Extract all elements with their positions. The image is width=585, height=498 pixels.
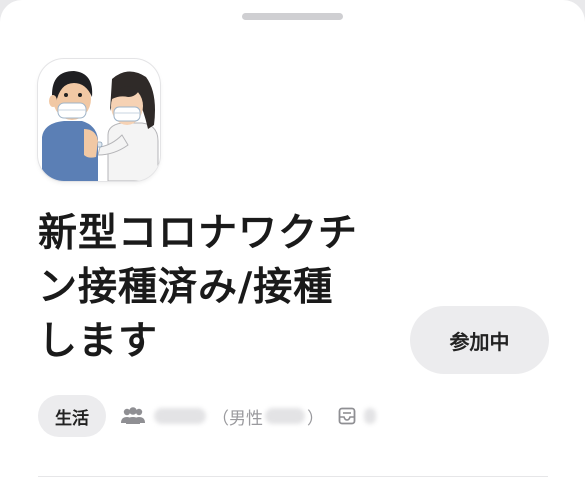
- member-count-redacted: [154, 408, 206, 424]
- title-line: します: [38, 319, 159, 364]
- community-avatar: [38, 59, 160, 181]
- community-meta: 生活 （ 男性 ）: [38, 395, 376, 437]
- section-divider: [38, 476, 548, 477]
- inbox-icon: [338, 406, 358, 426]
- people-icon: [120, 406, 146, 426]
- close-paren: ）: [307, 408, 324, 429]
- joined-button[interactable]: 参加中: [410, 306, 549, 374]
- drag-handle[interactable]: [242, 13, 343, 20]
- category-chip[interactable]: 生活: [38, 395, 106, 437]
- title-line: ン接種済み/接種: [38, 265, 334, 310]
- open-paren: （: [212, 408, 229, 429]
- gender-label: 男性: [229, 408, 263, 429]
- community-title: 新型コロナワクチ ン接種済み/接種 します: [38, 207, 398, 369]
- community-sheet: 新型コロナワクチ ン接種済み/接種 します 参加中 生活 （ 男性 ）: [0, 0, 585, 498]
- gender-ratio-redacted: [265, 408, 305, 424]
- vaccination-illustration-icon: [42, 71, 159, 181]
- post-count-redacted: [364, 408, 376, 424]
- title-line: 新型コロナワクチ: [38, 211, 359, 256]
